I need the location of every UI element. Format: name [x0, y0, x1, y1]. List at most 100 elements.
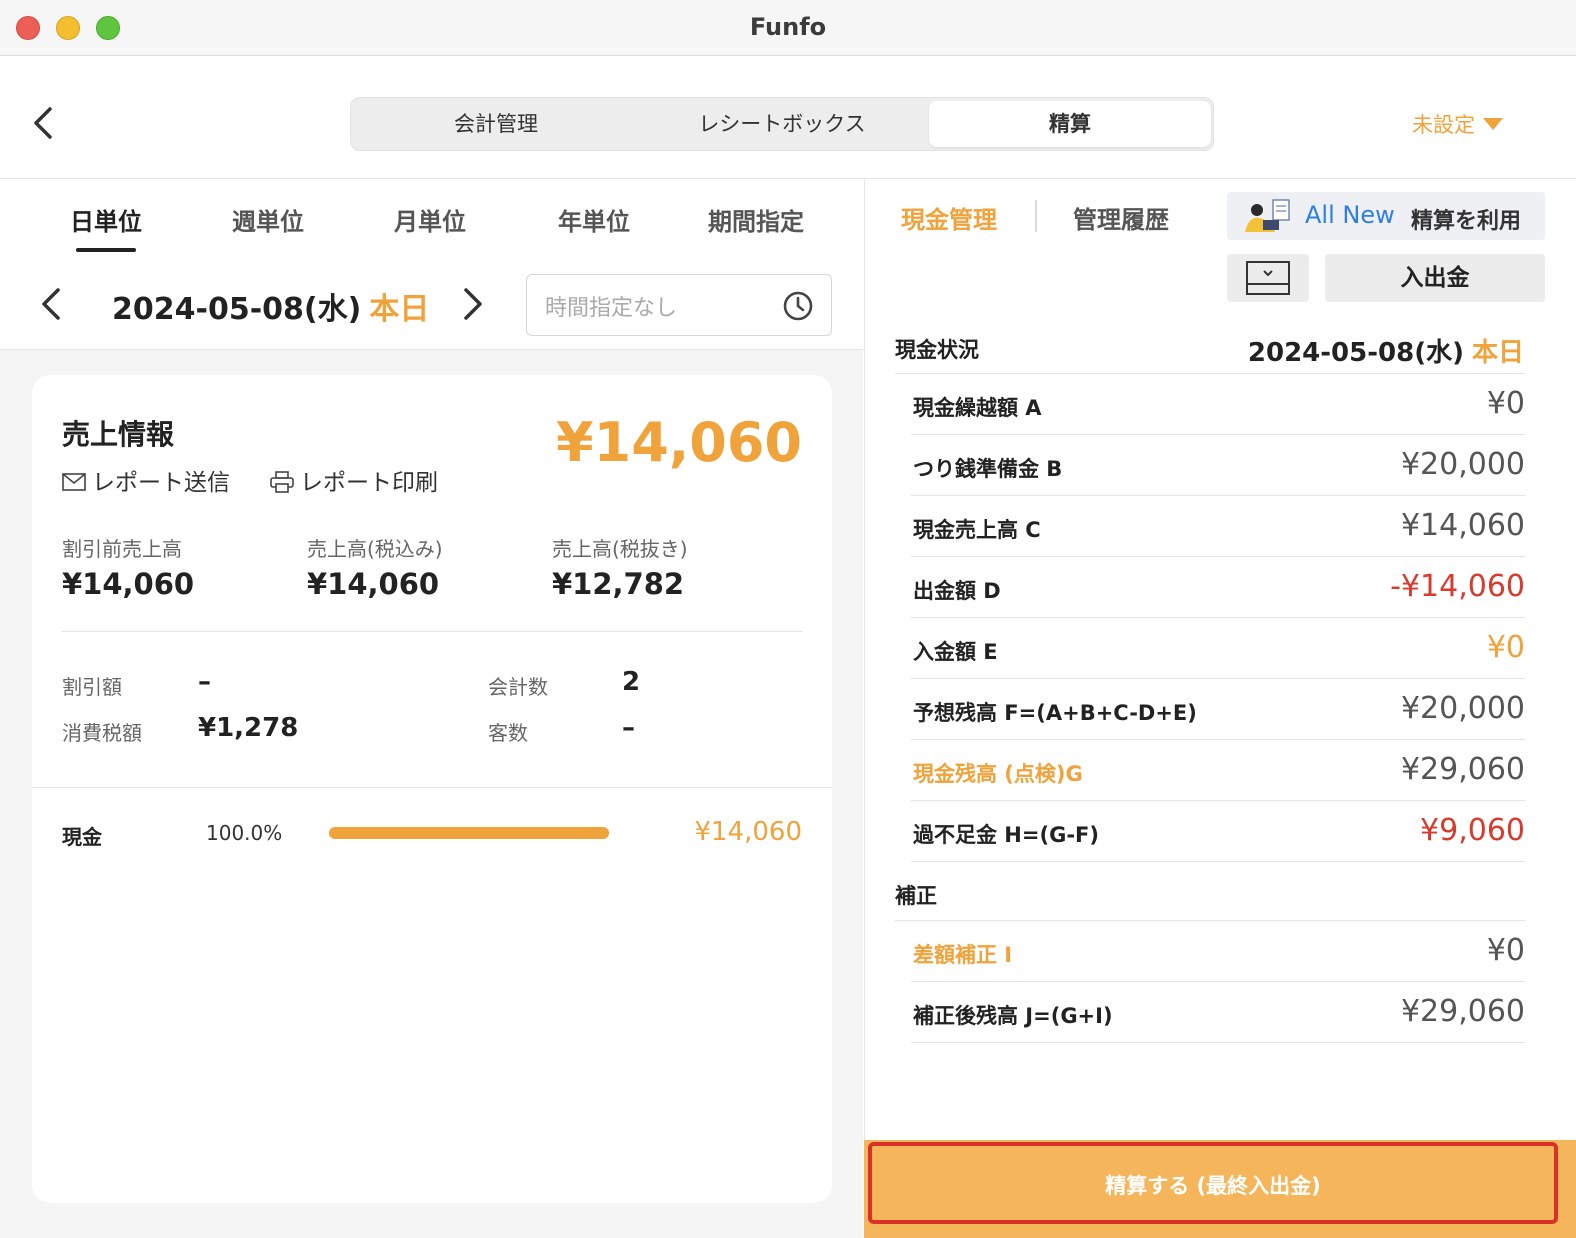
- cash-status-title: 現金状況: [895, 338, 979, 362]
- all-new-settlement-banner[interactable]: All New 精算を利用: [1227, 192, 1545, 240]
- row-label: 出金額 D: [913, 579, 1001, 603]
- period-controls: 日単位 週単位 月単位 年単位 期間指定 2024-05-08(水) 本日 時間指…: [0, 180, 863, 350]
- tax-amount-value: ¥1,278: [198, 713, 299, 743]
- chevron-left-icon: [42, 288, 60, 320]
- row-label: 現金繰越額 A: [913, 396, 1042, 420]
- row-value: ¥29,060: [1400, 994, 1525, 1029]
- cash-row-counted-balance[interactable]: 現金残高 (点検)G ¥29,060: [911, 740, 1525, 801]
- row-value: ¥9,060: [1420, 813, 1525, 848]
- row-label: 予想残高 F=(A+B+C-D+E): [913, 701, 1197, 725]
- store-select-value: 未設定: [1412, 113, 1475, 137]
- row-value: -¥14,060: [1390, 569, 1525, 604]
- cash-row-deposit[interactable]: 入金額 E ¥0: [911, 618, 1525, 679]
- row-label: 入金額 E: [913, 640, 998, 664]
- date-value: 2024-05-08(水): [112, 292, 362, 327]
- cash-status-date: 2024-05-08(水) 本日: [1248, 332, 1524, 369]
- divider: [32, 787, 832, 788]
- payment-share-bar-fill: [329, 827, 609, 839]
- period-tab-year[interactable]: 年単位: [524, 202, 664, 242]
- main-tab-bar: 会計管理 レシートボックス 精算: [350, 97, 1214, 151]
- payment-share-bar: [329, 827, 609, 839]
- next-date-button[interactable]: [454, 280, 490, 328]
- deposit-withdraw-button[interactable]: 入出金: [1325, 254, 1545, 302]
- guest-count-label: 客数: [488, 721, 528, 745]
- title-bar: Funfo: [0, 0, 1576, 56]
- settle-button-label: 精算する (最終入出金): [1105, 1174, 1321, 1198]
- tab-management-history[interactable]: 管理履歴: [1073, 200, 1169, 235]
- row-value: ¥0: [1486, 386, 1525, 421]
- discount-label: 割引額: [62, 675, 122, 699]
- sales-info-title: 売上情報: [62, 418, 175, 451]
- period-tab-range[interactable]: 期間指定: [686, 202, 826, 242]
- period-tab-day[interactable]: 日単位: [36, 202, 176, 242]
- tab-cash-management[interactable]: 現金管理: [901, 200, 997, 235]
- row-value: ¥20,000: [1400, 691, 1525, 726]
- divider: [62, 631, 802, 632]
- tab-accounting[interactable]: 会計管理: [355, 101, 637, 147]
- row-label: 過不足金 H=(G-F): [913, 823, 1099, 847]
- left-panel: 日単位 週単位 月単位 年単位 期間指定 2024-05-08(水) 本日 時間指…: [0, 180, 863, 1238]
- row-value: ¥0: [1486, 630, 1525, 665]
- time-filter-placeholder: 時間指定なし: [545, 296, 678, 321]
- cash-drawer-icon: [1246, 261, 1290, 295]
- transaction-count-value: 2: [622, 667, 641, 697]
- transaction-count-label: 会計数: [488, 675, 548, 699]
- correction-row-adjusted-balance: 補正後残高 J=(G+I) ¥29,060: [911, 982, 1525, 1043]
- period-tab-week[interactable]: 週単位: [198, 202, 338, 242]
- row-label: 補正後残高 J=(G+I): [913, 1004, 1113, 1028]
- window-title: Funfo: [749, 13, 827, 41]
- cash-drawer-button[interactable]: [1227, 254, 1309, 302]
- report-send-label: レポート送信: [92, 470, 230, 496]
- discount-value: –: [198, 667, 211, 697]
- time-filter-input[interactable]: 時間指定なし: [526, 274, 832, 336]
- cash-row-withdrawal: 出金額 D -¥14,060: [911, 557, 1525, 618]
- cash-row-carryover: 現金繰越額 A ¥0: [911, 374, 1525, 435]
- payment-method-label: 現金: [62, 825, 102, 849]
- pre-discount-sales-value: ¥14,060: [62, 567, 195, 601]
- report-send-button[interactable]: レポート送信: [62, 463, 230, 497]
- row-value: ¥29,060: [1400, 752, 1525, 787]
- period-tab-month[interactable]: 月単位: [360, 202, 500, 242]
- all-new-illustration-icon: [1245, 199, 1290, 232]
- back-button[interactable]: [28, 103, 60, 143]
- today-label: 本日: [369, 292, 430, 327]
- tab-settlement[interactable]: 精算: [929, 101, 1211, 147]
- all-new-prefix: All New: [1305, 201, 1395, 229]
- correction-title: 補正: [895, 884, 937, 908]
- sales-info-card: 売上情報 ¥14,060 レポート送信 レポート印刷 割引前売上高 ¥14,06…: [32, 375, 832, 1203]
- right-panel: 現金管理 管理履歴 All New 精算を利用 入出金 現金状況 2024-05…: [864, 180, 1576, 1238]
- settle-button[interactable]: 精算する (最終入出金): [868, 1142, 1558, 1224]
- sales-tax-incl-value: ¥14,060: [307, 567, 440, 601]
- mail-icon: [62, 472, 86, 491]
- printer-icon: [270, 470, 294, 493]
- tab-separator: [1035, 200, 1037, 232]
- report-print-label: レポート印刷: [300, 470, 438, 496]
- sales-tax-excl-value: ¥12,782: [552, 567, 685, 601]
- tab-receipt-box[interactable]: レシートボックス: [641, 101, 923, 147]
- guest-count-value: –: [622, 713, 635, 743]
- current-date: 2024-05-08(水) 本日: [112, 284, 429, 328]
- cash-row-cash-sales: 現金売上高 C ¥14,060: [911, 496, 1525, 557]
- app-window: Funfo 会計管理 レシートボックス 精算 未設定 日単位 週単位 月単位 年…: [0, 0, 1576, 1238]
- sales-total: ¥14,060: [556, 411, 802, 474]
- all-new-text: 精算を利用: [1411, 209, 1522, 234]
- today-label: 本日: [1471, 338, 1524, 368]
- top-header: 会計管理 レシートボックス 精算 未設定: [0, 57, 1576, 179]
- caret-down-icon: [1483, 118, 1503, 130]
- correction-row-adjustment[interactable]: 差額補正 I ¥0: [911, 921, 1525, 982]
- cash-row-over-short: 過不足金 H=(G-F) ¥9,060: [911, 801, 1525, 862]
- row-value: ¥20,000: [1400, 447, 1525, 482]
- payment-method-amount: ¥14,060: [694, 817, 802, 847]
- row-value: ¥0: [1486, 933, 1525, 968]
- row-label: 差額補正 I: [913, 943, 1013, 967]
- prev-date-button[interactable]: [34, 280, 70, 328]
- sales-tax-excl-label: 売上高(税抜き): [552, 537, 688, 561]
- sales-tax-incl-label: 売上高(税込み): [307, 537, 443, 561]
- chevron-left-icon: [34, 107, 52, 139]
- active-tab-indicator: [76, 248, 136, 252]
- store-select[interactable]: 未設定: [1412, 109, 1503, 141]
- clock-icon: [783, 291, 813, 321]
- tax-amount-label: 消費税額: [62, 721, 142, 745]
- report-print-button[interactable]: レポート印刷: [270, 463, 438, 497]
- cash-status-date-value: 2024-05-08(水): [1247, 338, 1464, 368]
